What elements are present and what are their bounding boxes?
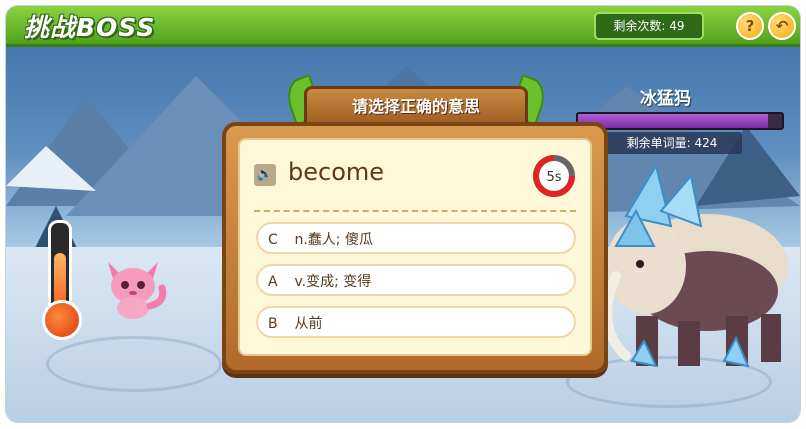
remaining-attempts-badge: 剩余次数: 49 [594, 12, 704, 40]
countdown-timer: 5s [533, 155, 575, 197]
quiz-panel: 🔈 become 5s C n.蠢人; 傻瓜 A v.变成; 变得 B 从前 [222, 122, 608, 374]
quiz-card: 🔈 become 5s C n.蠢人; 傻瓜 A v.变成; 变得 B 从前 [238, 138, 592, 356]
ice-mammoth-boss [602, 163, 788, 368]
fox-pet-character [108, 262, 167, 319]
answer-option[interactable]: A v.变成; 变得 [256, 264, 576, 296]
remaining-words-label: 剩余单词量: 424 [602, 132, 742, 154]
back-arrow-icon: ↶ [775, 17, 789, 35]
boss-name: 冰猛犸 [640, 89, 691, 109]
boss-health-fill [578, 114, 768, 128]
help-button[interactable]: ? [736, 12, 764, 40]
answer-option[interactable]: B 从前 [256, 306, 576, 338]
quiz-word: become [288, 158, 385, 186]
option-letter: B [268, 316, 278, 332]
page-title: 挑战BOSS [24, 13, 156, 42]
word-row: 🔈 become 5s [254, 154, 576, 198]
game-frame: 挑战BOSS 剩余次数: 49 ? ↶ 冰猛犸 剩余单词量: 424 请选择正确… [6, 6, 800, 422]
ground-ring [46, 336, 222, 392]
option-text: 从前 [294, 316, 323, 332]
option-letter: A [268, 274, 278, 290]
timer-text: 5s [546, 170, 561, 185]
boss-health-bar [576, 112, 784, 130]
header-bar: 挑战BOSS 剩余次数: 49 ? ↶ [6, 6, 800, 47]
speaker-icon[interactable]: 🔈 [254, 164, 276, 186]
answer-option[interactable]: C n.蠢人; 傻瓜 [256, 222, 576, 254]
thermometer-bulb [42, 300, 82, 340]
option-text: n.蠢人; 傻瓜 [294, 232, 373, 248]
question-icon: ? [745, 17, 755, 35]
option-text: v.变成; 变得 [294, 274, 372, 290]
back-button[interactable]: ↶ [768, 12, 796, 40]
option-letter: C [268, 232, 278, 248]
divider [254, 210, 576, 212]
